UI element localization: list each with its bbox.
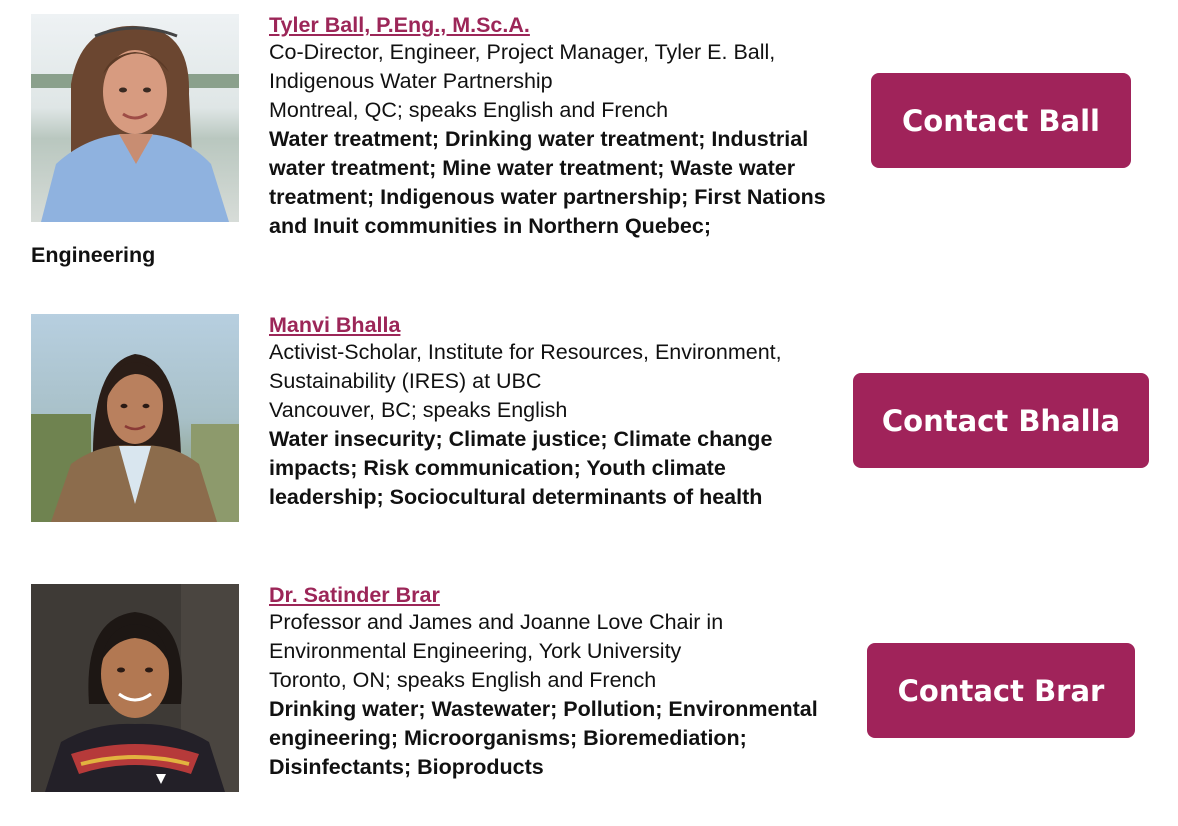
- expert-entry: Tyler Ball, P.Eng., M.Sc.A. Co-Director,…: [31, 12, 831, 270]
- contact-brar-button[interactable]: Contact Brar: [867, 643, 1135, 738]
- expert-photo-brar: [31, 584, 239, 792]
- expert-entry: Manvi Bhalla Activist-Scholar, Institute…: [31, 312, 831, 524]
- expert-photo-bhalla: [31, 314, 239, 522]
- expert-photo-ball: [31, 14, 239, 222]
- contact-bhalla-button[interactable]: Contact Bhalla: [853, 373, 1149, 468]
- expert-entry: Dr. Satinder Brar Professor and James an…: [31, 582, 831, 794]
- contact-ball-button[interactable]: Contact Ball: [871, 73, 1131, 168]
